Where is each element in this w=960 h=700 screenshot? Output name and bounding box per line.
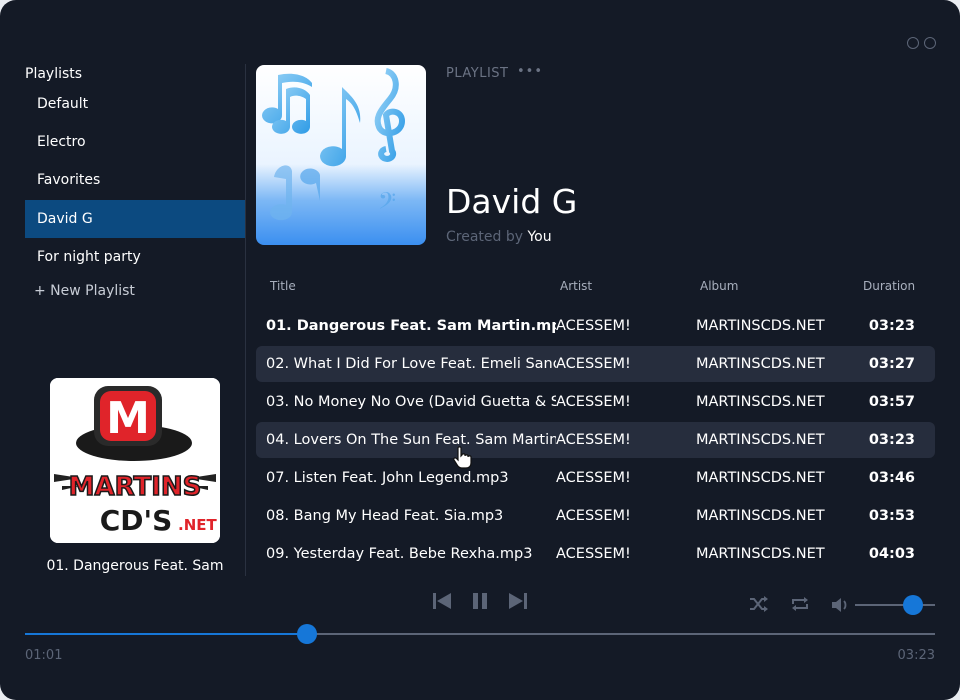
playlist-name: David G: [446, 182, 578, 221]
track-duration: 03:23: [868, 318, 915, 334]
window-close-button[interactable]: [924, 37, 936, 49]
svg-text:.NET: .NET: [178, 516, 217, 534]
elapsed-time: 01:01: [25, 648, 63, 663]
volume-icon[interactable]: [830, 596, 850, 614]
next-icon[interactable]: [508, 592, 528, 610]
track-row[interactable]: 09. Yesterday Feat. Bebe Rexha.mp3 ACESS…: [256, 536, 935, 572]
sidebar-title: Playlists: [25, 66, 83, 82]
sidebar-item-david-g[interactable]: David G: [25, 200, 245, 238]
track-duration: 03:53: [868, 508, 915, 524]
svg-text:𝄢: 𝄢: [378, 187, 396, 220]
music-notes-artwork: 𝄢: [256, 65, 426, 245]
track-artist: ACESSEM!: [556, 318, 631, 334]
new-playlist-button[interactable]: + New Playlist: [34, 283, 135, 299]
playlist-created-by: Created by You: [446, 229, 552, 245]
column-header-title[interactable]: Title: [270, 279, 296, 293]
track-album: MARTINSCDS.NET: [696, 394, 825, 410]
player-window: Playlists Default Electro Favorites Davi…: [0, 0, 960, 700]
window-controls: [907, 37, 936, 49]
sidebar-item-favorites[interactable]: Favorites: [25, 161, 245, 199]
more-options-icon[interactable]: •••: [517, 64, 543, 79]
track-album: MARTINSCDS.NET: [696, 356, 825, 372]
track-duration: 03:46: [868, 470, 915, 486]
seek-bar-handle[interactable]: [297, 624, 318, 644]
track-row[interactable]: 04. Lovers On The Sun Feat. Sam Martin.m…: [256, 422, 935, 458]
track-album: MARTINSCDS.NET: [696, 432, 825, 448]
track-artist: ACESSEM!: [556, 432, 631, 448]
track-album: MARTINSCDS.NET: [696, 508, 825, 524]
column-header-album[interactable]: Album: [700, 279, 738, 293]
track-title: 03. No Money No Ove (David Guetta & Show…: [266, 394, 556, 410]
volume-slider[interactable]: [855, 595, 935, 615]
svg-text:MARTINS: MARTINS: [69, 472, 202, 502]
track-artist: ACESSEM!: [556, 356, 631, 372]
column-header-duration[interactable]: Duration: [863, 279, 915, 293]
sidebar-item-for-night-party[interactable]: For night party: [25, 238, 245, 276]
now-playing-cover[interactable]: M MARTINS CD'S .NET: [50, 378, 220, 543]
track-duration: 04:03: [868, 546, 915, 562]
track-title: 07. Listen Feat. John Legend.mp3: [266, 470, 509, 486]
hand-cursor-icon: [453, 446, 472, 469]
sidebar-item-electro[interactable]: Electro: [25, 123, 245, 161]
svg-text:CD'S: CD'S: [100, 504, 173, 537]
previous-icon[interactable]: [432, 592, 452, 610]
track-title: 02. What I Did For Love Feat. Emeli Sand…: [266, 356, 556, 372]
track-row[interactable]: 03. No Money No Ove (David Guetta & Show…: [256, 384, 935, 420]
sidebar-item-default[interactable]: Default: [25, 85, 245, 123]
svg-text:M: M: [106, 393, 150, 444]
track-row[interactable]: 08. Bang My Head Feat. Sia.mp3 ACESSEM! …: [256, 498, 935, 534]
track-album: MARTINSCDS.NET: [696, 318, 825, 334]
window-minimize-button[interactable]: [907, 37, 919, 49]
created-by-prefix: Created by: [446, 229, 524, 245]
created-by-user[interactable]: You: [527, 229, 551, 245]
track-album: MARTINSCDS.NET: [696, 546, 825, 562]
seek-bar-progress: [25, 633, 308, 635]
martins-cds-logo: M MARTINS CD'S .NET: [50, 378, 220, 543]
track-album: MARTINSCDS.NET: [696, 470, 825, 486]
track-duration: 03:57: [868, 394, 915, 410]
shuffle-icon[interactable]: [749, 595, 769, 613]
repeat-icon[interactable]: [790, 595, 810, 613]
pause-icon[interactable]: [471, 592, 489, 610]
track-title: 09. Yesterday Feat. Bebe Rexha.mp3: [266, 546, 533, 562]
track-artist: ACESSEM!: [556, 508, 631, 524]
track-row[interactable]: 01. Dangerous Feat. Sam Martin.mp3 ACESS…: [256, 308, 935, 344]
track-artist: ACESSEM!: [556, 470, 631, 486]
track-artist: ACESSEM!: [556, 546, 631, 562]
total-time: 03:23: [897, 648, 935, 663]
playlist-cover: 𝄢: [256, 65, 426, 245]
playlist-label: PLAYLIST: [446, 66, 509, 81]
track-title: 08. Bang My Head Feat. Sia.mp3: [266, 508, 504, 524]
track-title: 01. Dangerous Feat. Sam Martin.mp3: [266, 318, 556, 334]
seek-bar[interactable]: [25, 624, 935, 644]
column-header-artist[interactable]: Artist: [560, 279, 592, 293]
track-duration: 03:27: [868, 356, 915, 372]
track-row[interactable]: 02. What I Did For Love Feat. Emeli Sand…: [256, 346, 935, 382]
now-playing-title: 01. Dangerous Feat. Sam: [46, 558, 224, 574]
track-title: 04. Lovers On The Sun Feat. Sam Martin.m…: [266, 432, 556, 448]
track-artist: ACESSEM!: [556, 394, 631, 410]
track-row[interactable]: 07. Listen Feat. John Legend.mp3 ACESSEM…: [256, 460, 935, 496]
track-duration: 03:23: [868, 432, 915, 448]
volume-slider-handle[interactable]: [903, 595, 924, 615]
